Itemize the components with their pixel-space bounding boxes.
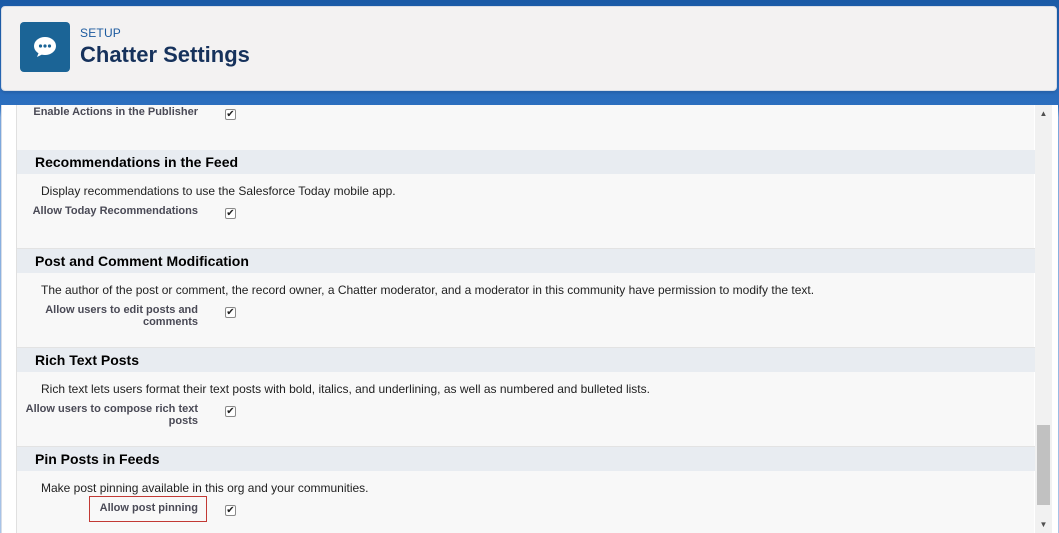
post-comment-modification-section: Post and Comment Modification The author… xyxy=(17,249,1035,348)
section-description: Rich text lets users format their text p… xyxy=(41,382,650,396)
allow-rich-text-label: Allow users to compose rich text posts xyxy=(25,403,198,427)
section-header: Rich Text Posts xyxy=(17,348,1035,372)
section-header: Recommendations in the Feed xyxy=(17,150,1035,174)
section-header: Post and Comment Modification xyxy=(17,249,1035,273)
allow-today-recommendations-label: Allow Today Recommendations xyxy=(32,205,198,217)
rich-text-posts-section: Rich Text Posts Rich text lets users for… xyxy=(17,348,1035,447)
enable-actions-checkbox[interactable]: ✔ xyxy=(225,109,236,120)
page-title: Chatter Settings xyxy=(80,42,250,67)
scroll-down-arrow-icon[interactable]: ▼ xyxy=(1035,516,1052,533)
scroll-up-arrow-icon[interactable]: ▲ xyxy=(1035,105,1052,122)
enable-actions-label: Enable Actions in the Publisher xyxy=(33,106,198,118)
section-description: Display recommendations to use the Sales… xyxy=(41,184,396,198)
allow-today-recommendations-checkbox[interactable]: ✔ xyxy=(225,208,236,219)
page-header: SETUP Chatter Settings xyxy=(1,6,1057,91)
breadcrumb-setup[interactable]: SETUP xyxy=(80,26,121,40)
allow-post-pinning-label: Allow post pinning xyxy=(99,502,198,514)
allow-edit-posts-label: Allow users to edit posts and comments xyxy=(45,304,198,328)
recommendations-section: Recommendations in the Feed Display reco… xyxy=(17,150,1035,249)
pin-posts-section: Pin Posts in Feeds Make post pinning ava… xyxy=(17,447,1035,533)
vertical-scrollbar[interactable]: ▲ ▼ xyxy=(1035,105,1052,533)
settings-panel: Enable Actions in the Publisher ✔ Recomm… xyxy=(1,105,1058,533)
section-header: Pin Posts in Feeds xyxy=(17,447,1035,471)
settings-scroll-area: Enable Actions in the Publisher ✔ Recomm… xyxy=(16,105,1035,533)
chat-bubble-icon xyxy=(20,22,70,72)
allow-edit-posts-checkbox[interactable]: ✔ xyxy=(225,307,236,318)
section-description: The author of the post or comment, the r… xyxy=(41,283,815,297)
section-description: Make post pinning available in this org … xyxy=(41,481,369,495)
allow-rich-text-checkbox[interactable]: ✔ xyxy=(225,406,236,417)
scrollbar-thumb[interactable] xyxy=(1037,425,1050,505)
allow-post-pinning-checkbox[interactable]: ✔ xyxy=(225,505,236,516)
publisher-section: Enable Actions in the Publisher ✔ xyxy=(17,105,1035,150)
